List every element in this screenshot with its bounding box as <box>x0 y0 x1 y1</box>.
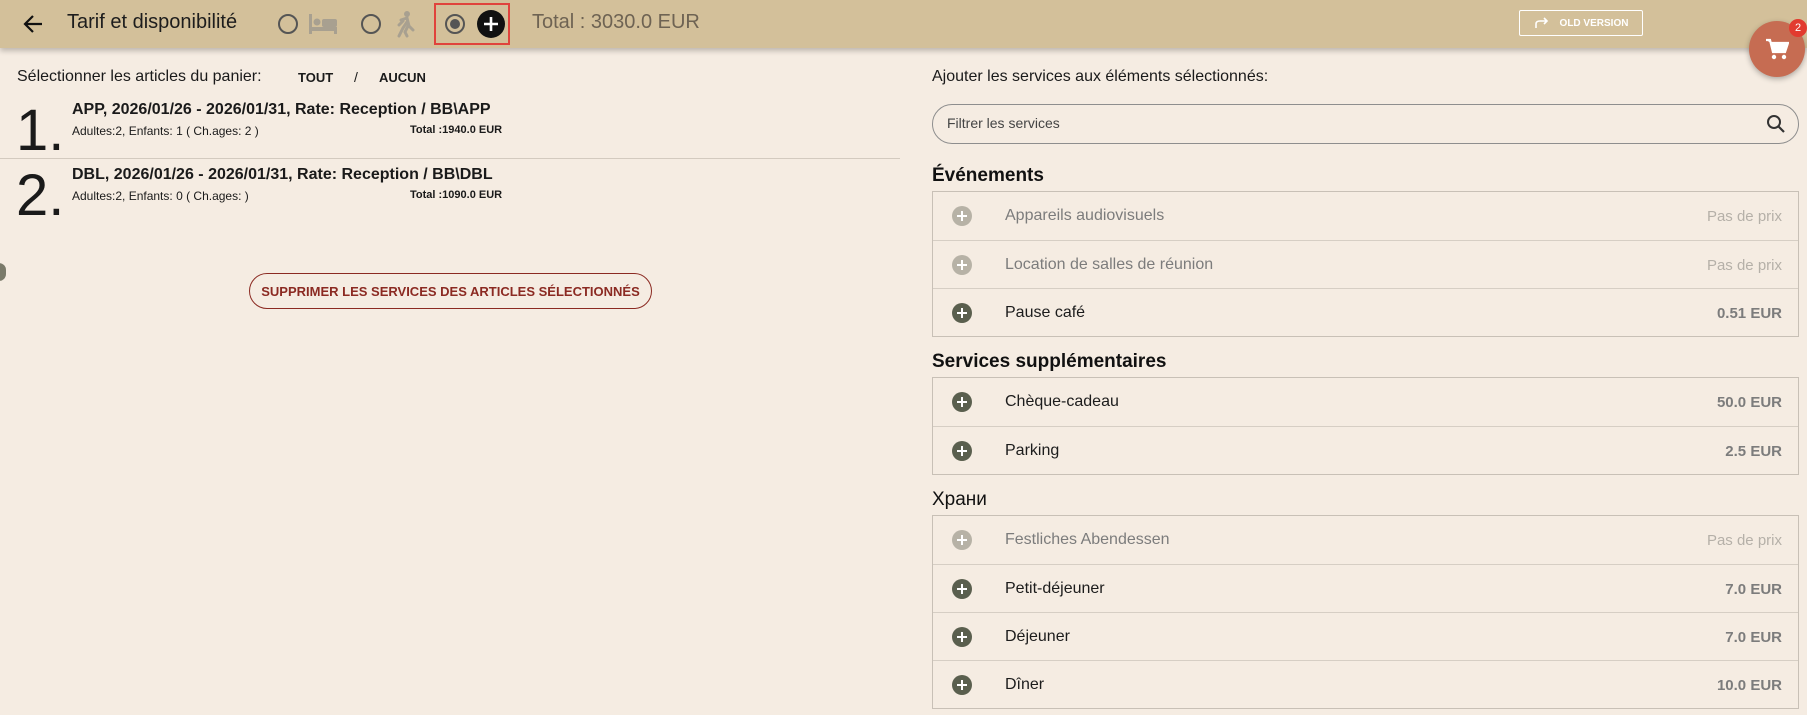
service-row[interactable]: Déjeuner 7.0 EUR <box>933 612 1798 660</box>
remove-services-button[interactable]: SUPPRIMER LES SERVICES DES ARTICLES SÉLE… <box>249 273 652 309</box>
select-all-link[interactable]: TOUT <box>298 70 333 85</box>
plus-icon <box>952 530 972 550</box>
service-row[interactable]: Petit-déjeuner 7.0 EUR <box>933 564 1798 612</box>
plus-icon <box>952 441 972 461</box>
service-name: Appareils audiovisuels <box>1005 207 1165 224</box>
cart-item[interactable]: 1. APP, 2026/01/26 - 2026/01/31, Rate: R… <box>0 101 900 161</box>
back-button[interactable] <box>18 10 48 38</box>
service-price: 10.0 EUR <box>1716 677 1782 694</box>
plus-icon <box>952 392 972 412</box>
service-name: Parking <box>1005 442 1060 459</box>
cart-button[interactable]: 2 <box>1749 19 1807 77</box>
service-filter-input[interactable] <box>945 114 1725 132</box>
plus-icon <box>952 255 972 275</box>
plus-icon <box>952 627 972 647</box>
cart-total: Total : 3030.0 EUR <box>532 11 700 33</box>
service-price: 7.0 EUR <box>1725 629 1782 646</box>
old-version-label: OLD VERSION <box>1559 17 1629 29</box>
service-name: Déjeuner <box>1005 628 1070 645</box>
section-title-evenements: Événements <box>932 165 1044 186</box>
service-row[interactable]: Location de salles de réunion Pas de pri… <box>933 240 1798 288</box>
service-price: 50.0 EUR <box>1716 394 1782 411</box>
item-total: Total :1940.0 EUR <box>410 124 503 136</box>
item-number: 1. <box>16 98 65 163</box>
service-row[interactable]: Dîner 10.0 EUR <box>933 660 1798 708</box>
shopping-cart-icon <box>1766 38 1789 60</box>
arrow-left-icon <box>23 15 42 33</box>
service-price: Pas de prix <box>1706 208 1782 225</box>
plus-icon <box>952 303 972 323</box>
service-row[interactable]: Parking 2.5 EUR <box>933 426 1798 474</box>
search-icon[interactable] <box>1766 114 1786 134</box>
add-icon[interactable] <box>477 10 505 38</box>
top-bar: Tarif et disponibilité Total : 3030.0 EU… <box>0 0 1807 48</box>
cart-count-badge: 2 <box>1789 19 1807 37</box>
service-price: 2.5 EUR <box>1725 443 1782 460</box>
select-none-link[interactable]: AUCUN <box>379 70 426 85</box>
section-title-services-supplementaires: Services supplémentaires <box>932 351 1167 372</box>
mode-radio-services[interactable] <box>445 14 465 34</box>
bed-icon <box>309 14 337 34</box>
plus-icon <box>952 579 972 599</box>
service-price: Pas de prix <box>1706 532 1782 549</box>
select-separator: / <box>354 69 358 85</box>
item-number: 2. <box>16 163 65 228</box>
service-price: 0.51 EUR <box>1716 305 1782 322</box>
service-price: 7.0 EUR <box>1725 581 1782 598</box>
plus-icon <box>952 675 972 695</box>
service-name: Dîner <box>1005 676 1045 693</box>
service-name: Location de salles de réunion <box>1005 256 1214 273</box>
select-items-label: Sélectionner les articles du panier: <box>17 68 262 85</box>
service-row[interactable]: Appareils audiovisuels Pas de prix <box>933 192 1798 240</box>
page-title: Tarif et disponibilité <box>67 11 238 33</box>
item-name: APP, 2026/01/26 - 2026/01/31, Rate: Rece… <box>72 101 491 118</box>
item-guests: Adultes:2, Enfants: 1 ( Ch.ages: 2 ) <box>72 124 259 138</box>
service-row[interactable]: Pause café 0.51 EUR <box>933 288 1798 336</box>
service-filter[interactable] <box>932 104 1799 144</box>
plus-icon <box>952 206 972 226</box>
service-price: Pas de prix <box>1706 257 1782 274</box>
service-list: Appareils audiovisuels Pas de prix Locat… <box>932 191 1799 337</box>
service-name: Pause café <box>1005 304 1086 321</box>
add-services-label: Ajouter les services aux éléments sélect… <box>932 68 1269 85</box>
walking-person-icon <box>397 11 415 38</box>
service-name: Festliches Abendessen <box>1005 531 1170 548</box>
item-name: DBL, 2026/01/26 - 2026/01/31, Rate: Rece… <box>72 166 493 183</box>
mode-radio-activity[interactable] <box>361 14 381 34</box>
service-row[interactable]: Chèque-cadeau 50.0 EUR <box>933 378 1798 426</box>
share-arrow-icon <box>1534 17 1548 28</box>
service-name: Chèque-cadeau <box>1005 393 1119 410</box>
section-title-hrani: Храни <box>932 489 987 510</box>
old-version-button[interactable]: OLD VERSION <box>1519 10 1643 36</box>
service-list: Chèque-cadeau 50.0 EUR Parking 2.5 EUR <box>932 377 1799 475</box>
side-panel-handle[interactable] <box>0 263 6 281</box>
mode-radio-room[interactable] <box>278 14 298 34</box>
item-divider <box>0 158 900 159</box>
service-list: Festliches Abendessen Pas de prix Petit-… <box>932 515 1799 709</box>
service-name: Petit-déjeuner <box>1005 580 1105 597</box>
service-row[interactable]: Festliches Abendessen Pas de prix <box>933 516 1798 564</box>
item-total: Total :1090.0 EUR <box>410 189 503 201</box>
cart-item[interactable]: 2. DBL, 2026/01/26 - 2026/01/31, Rate: R… <box>0 166 900 226</box>
item-guests: Adultes:2, Enfants: 0 ( Ch.ages: ) <box>72 189 249 203</box>
